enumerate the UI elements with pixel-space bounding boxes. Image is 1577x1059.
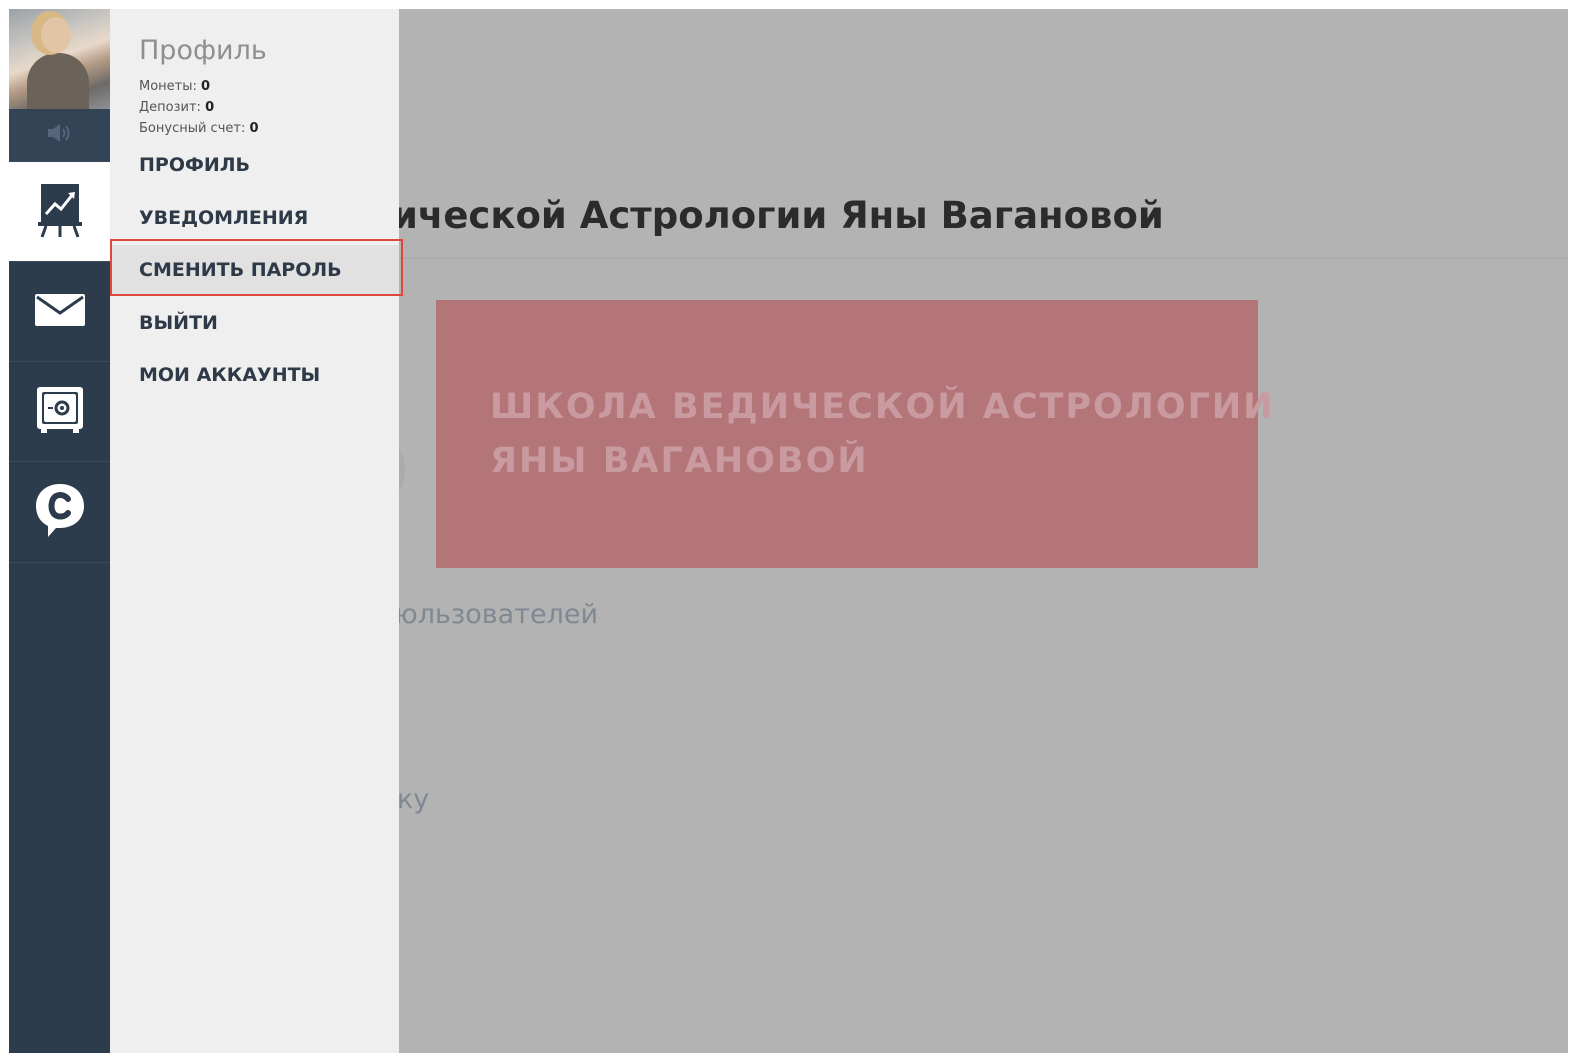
menu-item-change-password[interactable]: СМЕНИТЬ ПАРОЛЬ [110,245,399,295]
menu-item-logout[interactable]: ВЫЙТИ [110,298,399,348]
page-title: ической Астрологии Яны Вагановой [392,194,1164,237]
menu-item-notifications[interactable]: УВЕДОМЛЕНИЯ [110,193,399,243]
app-frame: ической Астрологии Яны Вагановой ШКОЛА В… [9,9,1568,1053]
stat-coins-value: 0 [201,79,211,94]
avatar[interactable] [9,9,110,109]
stat-bonus-value: 0 [249,121,259,136]
safe-icon [35,385,85,439]
chat-c-icon [34,482,86,542]
stat-coins-label: Монеты: [139,79,197,94]
sidebar-item-chart[interactable] [9,162,110,262]
users-link[interactable]: юльзователей [395,599,598,630]
avatar-figure-body [27,53,89,109]
stat-deposit-value: 0 [205,100,215,115]
chart-board-icon [37,182,82,242]
icon-sidebar [9,9,110,1053]
banner-line-2: ЯНЫ ВАГАНОВОЙ [490,441,869,481]
stat-deposit-label: Депозит: [139,100,201,115]
title-divider [392,258,1568,259]
banner-line-1: ШКОЛА ВЕДИЧЕСКОЙ АСТРОЛОГИИ [490,387,1275,427]
menu-item-profile[interactable]: ПРОФИЛЬ [110,140,399,190]
menu-item-my-accounts[interactable]: МОИ АККАУНТЫ [110,350,399,400]
stat-coins: Монеты: 0 [139,79,210,94]
sidebar-item-chat[interactable] [9,462,110,563]
profile-dropdown: Профиль Монеты: 0 Депозит: 0 Бонусный сч… [110,9,399,1053]
avatar-figure-head [41,17,71,53]
profile-title: Профиль [139,35,267,66]
stat-bonus: Бонусный счет: 0 [139,121,259,136]
sidebar-item-sound[interactable] [9,109,110,162]
stat-bonus-label: Бонусный счет: [139,121,246,136]
sidebar-item-mail[interactable] [9,262,110,362]
stat-deposit: Депозит: 0 [139,100,214,115]
speaker-icon [44,123,76,147]
partial-link-text[interactable]: ку [397,784,429,815]
banner-text: ШКОЛА ВЕДИЧЕСКОЙ АСТРОЛОГИИ ЯНЫ ВАГАНОВО… [490,380,1274,488]
envelope-icon [34,293,86,331]
sidebar-item-safe[interactable] [9,362,110,462]
school-banner: ШКОЛА ВЕДИЧЕСКОЙ АСТРОЛОГИИ ЯНЫ ВАГАНОВО… [436,300,1272,568]
